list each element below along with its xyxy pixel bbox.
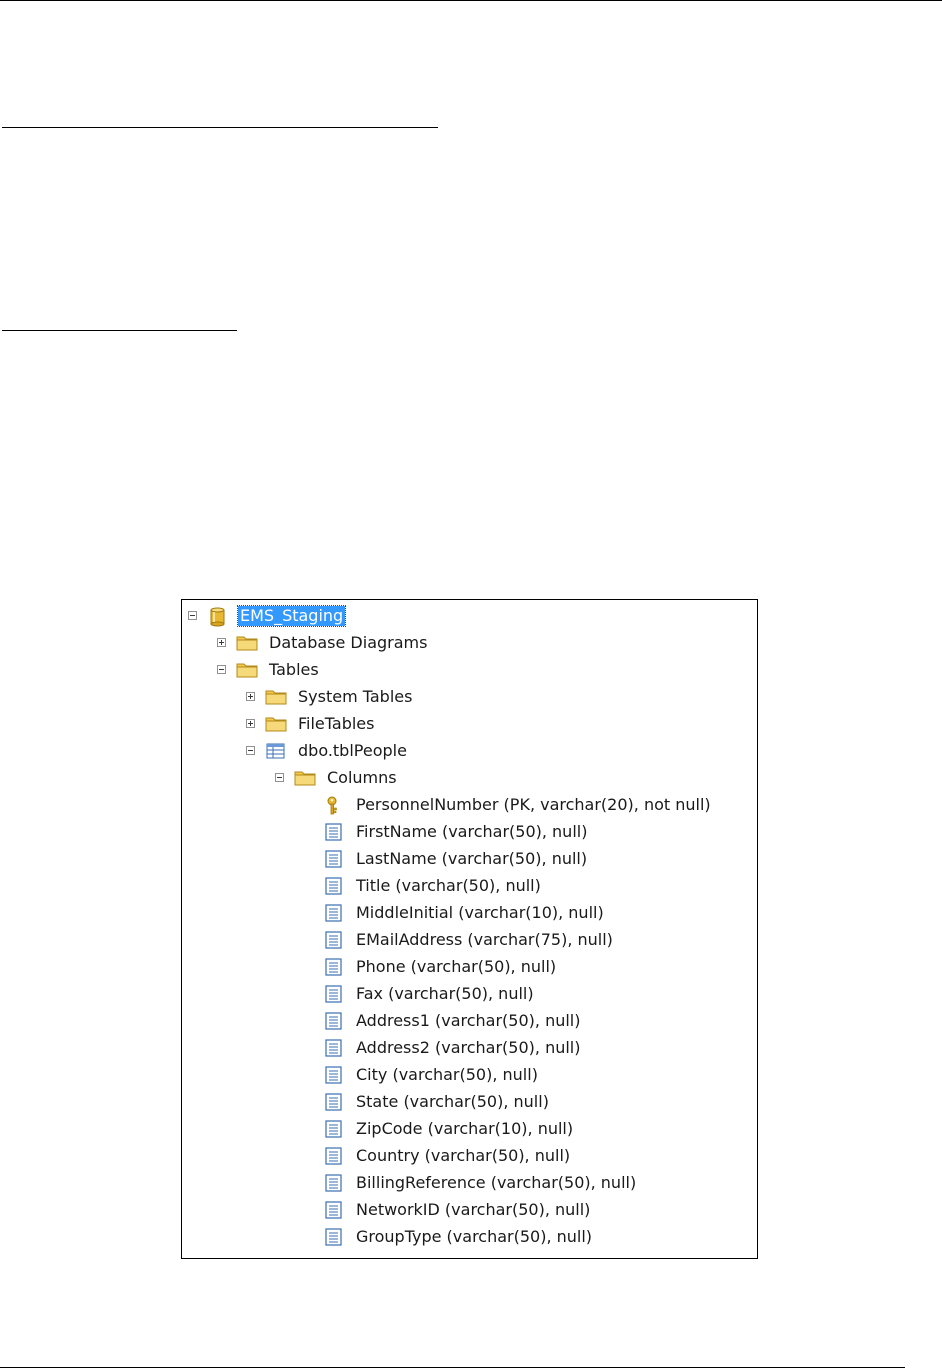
column-icon — [323, 1146, 345, 1165]
tree-node-label: Title (varchar(50), null) — [356, 875, 541, 895]
tree-node-label: EMS_Staging — [236, 604, 347, 627]
tree-node-column[interactable]: Address2 (varchar(50), null) — [323, 1034, 582, 1061]
column-icon — [323, 957, 345, 976]
tree-node-column[interactable]: Title (varchar(50), null) — [323, 872, 543, 899]
column-icon — [323, 876, 345, 895]
tree-node-label: ZipCode (varchar(10), null) — [356, 1118, 574, 1138]
tree-node-label: MiddleInitial (varchar(10), null) — [356, 902, 604, 922]
tree-node-label: NetworkID (varchar(50), null) — [356, 1199, 591, 1219]
expand-icon[interactable] — [246, 692, 255, 701]
tree-node-column[interactable]: FirstName (varchar(50), null) — [323, 818, 589, 845]
tree-node-column[interactable]: ZipCode (varchar(10), null) — [323, 1115, 575, 1142]
tree-node-label: System Tables — [298, 686, 413, 706]
column-icon — [323, 984, 345, 1003]
column-icon — [323, 1011, 345, 1030]
tree-node-column[interactable]: EMailAddress (varchar(75), null) — [323, 926, 615, 953]
tree-node-tables[interactable]: Tables — [217, 656, 321, 683]
collapse-icon[interactable] — [217, 665, 226, 674]
tree-node-filetables[interactable]: FileTables — [246, 710, 376, 737]
column-icon — [323, 1200, 345, 1219]
column-icon — [323, 1119, 345, 1138]
tree-node-label: BillingReference (varchar(50), null) — [356, 1172, 637, 1192]
tree-node-label: Country (varchar(50), null) — [356, 1145, 571, 1165]
tree-node-label: City (varchar(50), null) — [356, 1064, 538, 1084]
tree-node-column[interactable]: Address1 (varchar(50), null) — [323, 1007, 582, 1034]
tree-node-database[interactable]: EMS_Staging — [188, 602, 347, 629]
tree-node-column[interactable]: MiddleInitial (varchar(10), null) — [323, 899, 606, 926]
column-icon — [323, 1038, 345, 1057]
column-icon — [323, 1092, 345, 1111]
table-icon — [265, 742, 287, 760]
tree-node-label: LastName (varchar(50), null) — [356, 848, 588, 868]
tree-node-label: FileTables — [298, 713, 375, 733]
page-bottom-rule — [0, 1367, 905, 1368]
tree-node-label: FirstName (varchar(50), null) — [356, 821, 588, 841]
primary-key-icon — [323, 796, 345, 814]
heading-underline-2 — [2, 330, 237, 331]
database-icon — [207, 607, 229, 626]
tree-node-column[interactable]: GroupType (varchar(50), null) — [323, 1223, 594, 1250]
tree-node-column[interactable]: BillingReference (varchar(50), null) — [323, 1169, 638, 1196]
column-icon — [323, 822, 345, 841]
tree-node-column[interactable]: LastName (varchar(50), null) — [323, 845, 589, 872]
folder-icon — [265, 715, 287, 733]
tree-node-system-tables[interactable]: System Tables — [246, 683, 414, 710]
collapse-icon[interactable] — [246, 746, 255, 755]
tree-node-column[interactable]: City (varchar(50), null) — [323, 1061, 540, 1088]
tree-node-columns-folder[interactable]: Columns — [275, 764, 399, 791]
tree-node-column[interactable]: NetworkID (varchar(50), null) — [323, 1196, 592, 1223]
collapse-icon[interactable] — [275, 773, 284, 782]
tree-node-label: EMailAddress (varchar(75), null) — [356, 929, 613, 949]
object-explorer-tree: EMS_Staging Database Diagrams Tables Sys… — [181, 599, 758, 1259]
tree-node-label: Database Diagrams — [269, 632, 428, 652]
tree-node-label: Address2 (varchar(50), null) — [356, 1037, 581, 1057]
folder-icon — [294, 769, 316, 787]
column-icon — [323, 930, 345, 949]
tree-node-column[interactable]: PersonnelNumber (PK, varchar(20), not nu… — [323, 791, 713, 818]
column-icon — [323, 849, 345, 868]
tree-node-label: State (varchar(50), null) — [356, 1091, 549, 1111]
page-top-rule — [0, 0, 942, 1]
tree-node-database-diagrams[interactable]: Database Diagrams — [217, 629, 429, 656]
collapse-icon[interactable] — [188, 611, 197, 620]
tree-node-table-tblpeople[interactable]: dbo.tblPeople — [246, 737, 409, 764]
column-icon — [323, 1065, 345, 1084]
heading-underline-1 — [2, 127, 438, 128]
expand-icon[interactable] — [246, 719, 255, 728]
tree-node-label: Fax (varchar(50), null) — [356, 983, 534, 1003]
tree-node-column[interactable]: Fax (varchar(50), null) — [323, 980, 536, 1007]
column-icon — [323, 1173, 345, 1192]
column-icon — [323, 903, 345, 922]
tree-node-column[interactable]: Country (varchar(50), null) — [323, 1142, 572, 1169]
tree-node-label: Phone (varchar(50), null) — [356, 956, 557, 976]
folder-icon — [236, 634, 258, 652]
tree-node-label: GroupType (varchar(50), null) — [356, 1226, 593, 1246]
tree-node-label: Tables — [269, 659, 319, 679]
tree-node-label: Address1 (varchar(50), null) — [356, 1010, 581, 1030]
tree-node-label: dbo.tblPeople — [298, 740, 407, 760]
tree-node-column[interactable]: Phone (varchar(50), null) — [323, 953, 558, 980]
column-icon — [323, 1227, 345, 1246]
expand-icon[interactable] — [217, 638, 226, 647]
tree-node-column[interactable]: State (varchar(50), null) — [323, 1088, 551, 1115]
tree-node-label: Columns — [327, 767, 397, 787]
folder-icon — [265, 688, 287, 706]
tree-node-label: PersonnelNumber (PK, varchar(20), not nu… — [356, 794, 711, 814]
folder-icon — [236, 661, 258, 679]
